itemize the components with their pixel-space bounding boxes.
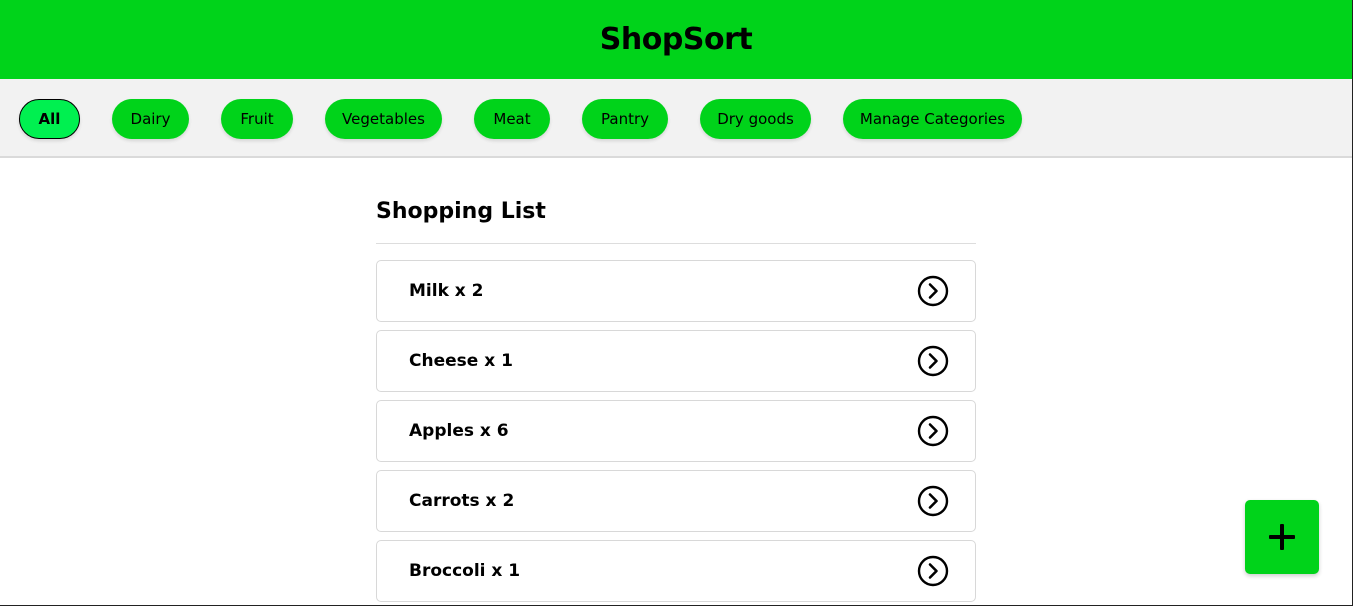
- item-label: Carrots x 2: [409, 491, 515, 511]
- chevron-right-circle-icon[interactable]: [917, 275, 949, 307]
- item-label: Broccoli x 1: [409, 561, 521, 581]
- list-item[interactable]: Broccoli x 1: [376, 540, 976, 602]
- divider: [376, 243, 976, 244]
- app-title: ShopSort: [599, 22, 753, 57]
- chevron-right-circle-icon[interactable]: [917, 555, 949, 587]
- app-frame: ShopSort All Dairy Fruit Vegetables Meat…: [0, 0, 1353, 606]
- plus-icon: [1269, 524, 1295, 550]
- item-label: Milk x 2: [409, 281, 484, 301]
- item-label: Apples x 6: [409, 421, 509, 441]
- shopping-list-items: Milk x 2 Cheese x 1 Apples x 6 Carrots x…: [376, 260, 976, 602]
- shopping-list-section: Shopping List Milk x 2 Cheese x 1 Apples…: [376, 158, 976, 605]
- list-item[interactable]: Milk x 2: [376, 260, 976, 322]
- manage-categories-button[interactable]: Manage Categories: [843, 99, 1022, 139]
- chevron-right-circle-icon[interactable]: [917, 345, 949, 377]
- category-chip-all[interactable]: All: [19, 99, 80, 139]
- list-item[interactable]: Cheese x 1: [376, 330, 976, 392]
- shopping-list-title: Shopping List: [376, 199, 546, 224]
- chevron-right-circle-icon[interactable]: [917, 415, 949, 447]
- app-header: ShopSort: [0, 0, 1352, 79]
- chevron-right-circle-icon[interactable]: [917, 485, 949, 517]
- category-chip-pantry[interactable]: Pantry: [582, 99, 668, 139]
- item-label: Cheese x 1: [409, 351, 513, 371]
- category-chip-vegetables[interactable]: Vegetables: [325, 99, 442, 139]
- category-chip-dairy[interactable]: Dairy: [112, 99, 189, 139]
- add-item-button[interactable]: [1245, 500, 1319, 574]
- list-item[interactable]: Carrots x 2: [376, 470, 976, 532]
- category-bar: All Dairy Fruit Vegetables Meat Pantry D…: [0, 79, 1352, 158]
- category-chip-dry-goods[interactable]: Dry goods: [700, 99, 811, 139]
- category-chip-fruit[interactable]: Fruit: [221, 99, 293, 139]
- category-chip-meat[interactable]: Meat: [474, 99, 550, 139]
- list-item[interactable]: Apples x 6: [376, 400, 976, 462]
